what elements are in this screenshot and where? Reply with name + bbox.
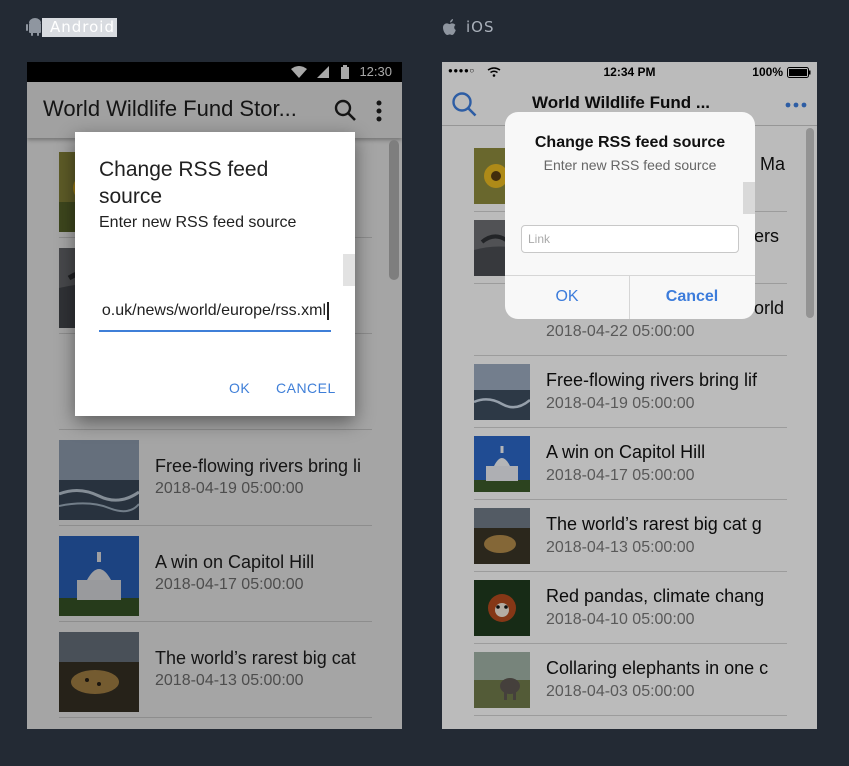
ios-change-rss-alert: Change RSS feed source Enter new RSS fee… — [505, 112, 755, 319]
alert-title: Change RSS feed source — [534, 134, 726, 151]
dialog-title: Change RSS feed source — [99, 158, 269, 208]
ok-button[interactable]: OK — [229, 380, 250, 396]
ios-platform-label: iOS — [442, 16, 495, 38]
cancel-button[interactable]: Cancel — [630, 275, 754, 319]
dialog-message: Enter new RSS feed source — [99, 214, 297, 231]
rss-url-input[interactable]: o.uk/news/world/europe/rss.xml — [99, 298, 331, 332]
rss-url-input-value: o.uk/news/world/europe/rss.xml — [102, 302, 329, 320]
link-input[interactable]: Link — [521, 225, 739, 253]
android-change-rss-dialog: Change RSS feed source Enter new RSS fee… — [75, 132, 355, 416]
ios-label-text: iOS — [466, 18, 495, 36]
android-label-text: Android — [42, 17, 117, 37]
alert-scroll-handle[interactable] — [743, 182, 755, 214]
apple-logo-icon — [443, 19, 456, 35]
android-phone: 12:30 World Wildlife Fund Stor... Free-f… — [27, 62, 402, 729]
cancel-button[interactable]: CANCEL — [276, 380, 336, 396]
android-platform-label: Android — [26, 16, 117, 38]
ok-button[interactable]: OK — [505, 275, 629, 319]
dialog-scroll-handle[interactable] — [343, 254, 355, 286]
ios-phone: ●●●●○ 12:34 PM 100% World Wildlife Fund … — [442, 62, 817, 729]
alert-message: Enter new RSS feed source — [543, 157, 717, 173]
